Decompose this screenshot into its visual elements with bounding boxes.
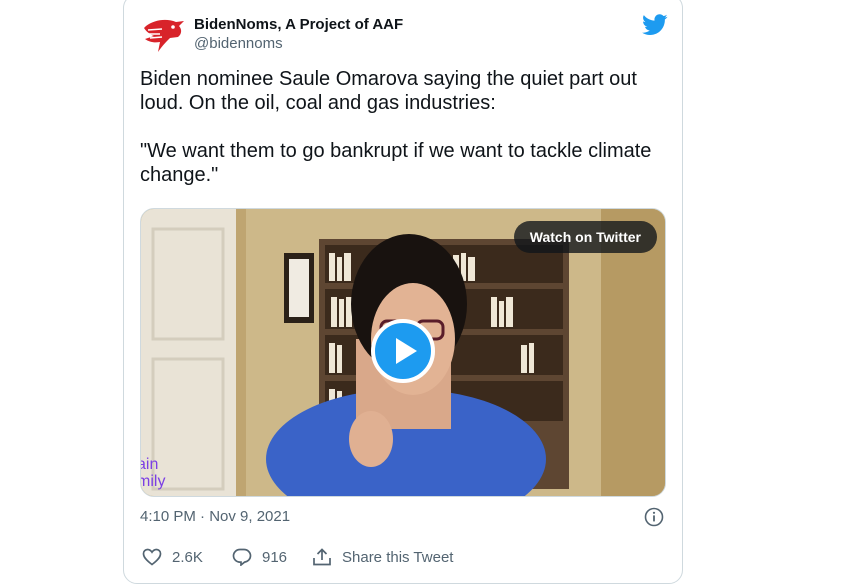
- like-count: 2.6K: [172, 548, 203, 566]
- heart-icon: [142, 548, 162, 566]
- video-overlay-text: ain mily: [141, 456, 166, 490]
- share-label: Share this Tweet: [342, 548, 454, 566]
- video-thumbnail[interactable]: Watch on Twitter ain mily: [140, 208, 666, 497]
- watch-on-twitter-button[interactable]: Watch on Twitter: [513, 221, 657, 253]
- tweet-header: BidenNoms, A Project of AAF @bidennoms: [140, 12, 668, 60]
- author-names: BidenNoms, A Project of AAF @bidennoms: [194, 16, 403, 54]
- reply-button[interactable]: 916: [232, 547, 287, 567]
- tweet-timestamp[interactable]: 4:10 PM · Nov 9, 2021: [140, 508, 290, 525]
- reply-icon: [232, 548, 252, 566]
- play-icon[interactable]: [370, 318, 436, 384]
- tweet-text: Biden nominee Saule Omarova saying the q…: [140, 68, 652, 186]
- share-icon: [313, 548, 331, 566]
- eagle-logo-icon[interactable]: [140, 12, 188, 60]
- info-icon[interactable]: [644, 507, 664, 527]
- tweet-card[interactable]: BidenNoms, A Project of AAF @bidennoms B…: [123, 0, 683, 584]
- twitter-bird-icon[interactable]: [642, 14, 668, 36]
- author-handle[interactable]: @bidennoms: [194, 34, 403, 54]
- author-display-name[interactable]: BidenNoms, A Project of AAF: [194, 16, 403, 34]
- like-button[interactable]: 2.6K: [142, 547, 203, 567]
- reply-count: 916: [262, 548, 288, 566]
- share-tweet-button[interactable]: Share this Tweet: [312, 547, 453, 567]
